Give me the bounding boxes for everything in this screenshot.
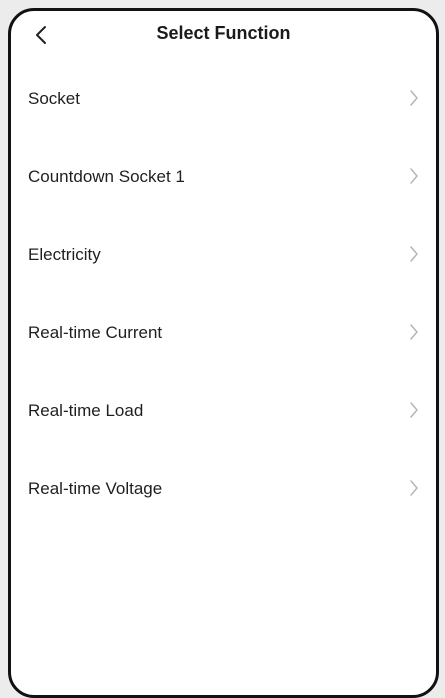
function-item-socket[interactable]: Socket — [11, 59, 436, 137]
back-button[interactable] — [25, 19, 57, 51]
function-item-label: Real-time Load — [28, 401, 144, 420]
function-item-real-time-current[interactable]: Real-time Current — [11, 293, 436, 371]
chevron-right-icon — [410, 168, 418, 184]
phone-screen: Select Function Socket Countdown Socket … — [8, 8, 439, 698]
function-item-label: Real-time Current — [28, 323, 163, 342]
function-item-real-time-load[interactable]: Real-time Load — [11, 371, 436, 449]
chevron-left-icon — [36, 26, 46, 44]
chevron-right-icon — [410, 246, 418, 262]
function-item-countdown-socket-1[interactable]: Countdown Socket 1 — [11, 137, 436, 215]
function-item-label: Electricity — [28, 245, 101, 264]
header-bar: Select Function — [11, 11, 436, 59]
chevron-right-icon — [410, 480, 418, 496]
chevron-right-icon — [410, 402, 418, 418]
function-item-label: Real-time Voltage — [28, 479, 163, 498]
chevron-right-icon — [410, 324, 418, 340]
function-item-label: Socket — [28, 89, 80, 108]
chevron-right-icon — [410, 90, 418, 106]
function-item-real-time-voltage[interactable]: Real-time Voltage — [11, 449, 436, 527]
function-item-electricity[interactable]: Electricity — [11, 215, 436, 293]
page-title: Select Function — [156, 23, 291, 43]
function-list: Socket Countdown Socket 1 Electricity Re… — [11, 59, 436, 527]
function-item-label: Countdown Socket 1 — [28, 167, 185, 186]
